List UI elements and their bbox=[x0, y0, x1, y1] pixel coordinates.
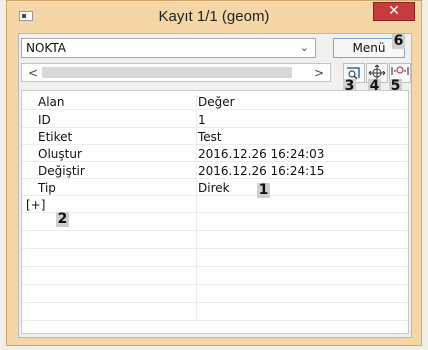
attribute-table: Alan Değer ID 1 Etiket Test Oluştur 2016… bbox=[21, 90, 409, 334]
field-value[interactable]: 1 bbox=[198, 113, 206, 127]
empty-row bbox=[22, 213, 408, 231]
annotation-2: 2 bbox=[56, 211, 69, 227]
layer-dropdown-value: NOKTA bbox=[26, 41, 66, 55]
annotation-6: 6 bbox=[392, 33, 405, 49]
field-name: Etiket bbox=[38, 130, 73, 144]
field-value[interactable]: 2016.12.26 16:24:03 bbox=[198, 147, 324, 161]
table-row[interactable]: Tip Direk bbox=[22, 179, 408, 196]
empty-row bbox=[22, 231, 408, 249]
field-name: Değiştir bbox=[38, 164, 85, 178]
empty-row bbox=[22, 249, 408, 267]
window-title: Kayıt 1/1 (geom) bbox=[158, 8, 270, 25]
field-value[interactable]: 2016.12.26 16:24:15 bbox=[198, 164, 324, 178]
scrollbar-thumb[interactable] bbox=[42, 67, 292, 78]
table-header: Alan Değer bbox=[22, 93, 408, 110]
horizontal-scrollbar[interactable]: < > bbox=[21, 63, 331, 82]
window-content: NOKTA ⌄ Menü < > 3 4 5 6 Alan Değer ID 1… bbox=[18, 33, 412, 338]
empty-row bbox=[22, 285, 408, 303]
expand-toggle[interactable]: [+] bbox=[26, 198, 176, 212]
field-value[interactable]: Test bbox=[198, 130, 222, 144]
layer-dropdown[interactable]: NOKTA ⌄ bbox=[21, 38, 316, 58]
field-name: ID bbox=[38, 113, 51, 127]
scroll-right-button[interactable]: > bbox=[314, 66, 324, 80]
field-name: Oluştur bbox=[38, 147, 82, 161]
column-header-value[interactable]: Değer bbox=[198, 95, 235, 109]
empty-row bbox=[22, 267, 408, 285]
table-row[interactable]: ID 1 bbox=[22, 111, 408, 128]
table-row[interactable]: Değiştir 2016.12.26 16:24:15 bbox=[22, 162, 408, 179]
empty-row bbox=[22, 303, 408, 321]
attribute-window: Kayıt 1/1 (geom) ✕ NOKTA ⌄ Menü < > 3 4 … bbox=[6, 0, 422, 346]
table-row[interactable]: Etiket Test bbox=[22, 128, 408, 145]
close-button[interactable]: ✕ bbox=[373, 2, 415, 21]
field-value[interactable]: Direk bbox=[198, 181, 230, 195]
chevron-down-icon: ⌄ bbox=[299, 41, 309, 54]
annotation-1: 1 bbox=[257, 182, 270, 198]
table-row[interactable]: Oluştur 2016.12.26 16:24:03 bbox=[22, 145, 408, 162]
column-header-field[interactable]: Alan bbox=[38, 95, 188, 109]
close-icon: ✕ bbox=[388, 3, 400, 19]
title-bar[interactable]: Kayıt 1/1 (geom) ✕ bbox=[7, 1, 421, 33]
scroll-left-button[interactable]: < bbox=[28, 66, 38, 80]
table-row[interactable]: [+] bbox=[22, 196, 408, 213]
field-name: Tip bbox=[38, 181, 56, 195]
